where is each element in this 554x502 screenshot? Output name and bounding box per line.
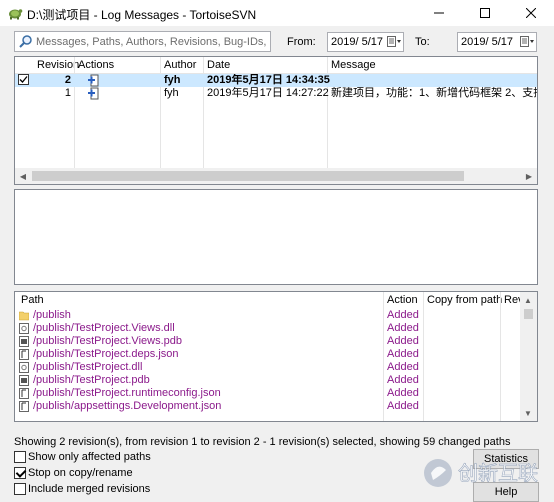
path-cell: /publish/TestProject.dll <box>33 361 143 373</box>
path-row[interactable]: /publish/appsettings.Development.json Ad… <box>15 400 521 413</box>
path-cell: /publish/TestProject.Views.dll <box>33 322 175 334</box>
calendar-icon[interactable] <box>387 36 401 48</box>
column-header-actions[interactable]: Actions <box>74 57 114 73</box>
path-cell: /publish/TestProject.Views.pdb <box>33 335 182 347</box>
pdb-file-icon <box>19 336 29 347</box>
search-input[interactable] <box>36 33 268 50</box>
path-row[interactable]: /publish/TestProject.Views.pdb Added <box>15 335 521 348</box>
scroll-left-arrow-icon[interactable]: ◀ <box>15 168 31 184</box>
action-cell: Added <box>387 400 419 412</box>
tortoisesvn-app-icon <box>9 9 23 20</box>
action-cell: Added <box>387 374 419 386</box>
column-header-date[interactable]: Date <box>203 57 230 73</box>
column-header-revision[interactable]: Revision <box>33 57 79 73</box>
log-list[interactable]: Revision Actions Author Date Message 2 f… <box>14 56 538 185</box>
revision-cell: 1 <box>64 87 71 99</box>
dll-file-icon <box>19 323 29 334</box>
column-header-action[interactable]: Action <box>383 292 418 308</box>
row-checkbox[interactable] <box>18 74 29 87</box>
path-row[interactable]: /publish Added <box>15 309 521 322</box>
added-action-icon <box>88 74 100 87</box>
path-cell: /publish <box>33 309 71 321</box>
minimize-button[interactable] <box>416 0 462 26</box>
include-merged-revisions-checkbox[interactable] <box>14 483 26 495</box>
json-file-icon <box>19 388 29 399</box>
column-header-author[interactable]: Author <box>160 57 196 73</box>
from-date-picker[interactable]: 2019/ 5/17 <box>327 32 404 52</box>
to-date-value: 2019/ 5/17 <box>461 36 513 48</box>
changed-paths-list[interactable]: Path Action Copy from path Revi /publish… <box>14 291 538 422</box>
path-cell: /publish/TestProject.pdb <box>33 374 150 386</box>
window-title: D:\测试项目 - Log Messages - TortoiseSVN <box>27 8 257 22</box>
dll-file-icon <box>19 362 29 373</box>
calendar-icon[interactable] <box>520 36 534 48</box>
path-cell: /publish/TestProject.deps.json <box>33 348 179 360</box>
action-cell: Added <box>387 348 419 360</box>
close-icon <box>526 8 536 18</box>
json-file-icon <box>19 401 29 412</box>
message-cell: 新建项目，功能：1、新增代码框架 2、支持webapi <box>331 87 537 99</box>
column-header-copy-from-path[interactable]: Copy from path <box>423 292 502 308</box>
path-row[interactable]: /publish/TestProject.pdb Added <box>15 374 521 387</box>
path-row[interactable]: /publish/TestProject.dll Added <box>15 361 521 374</box>
svg-text:创新互联: 创新互联 <box>458 461 538 485</box>
action-cell: Added <box>387 387 419 399</box>
path-row[interactable]: /publish/TestProject.Views.dll Added <box>15 322 521 335</box>
log-message-pane[interactable] <box>14 189 538 285</box>
watermark-logo: 创新互联 <box>424 459 538 487</box>
author-cell: fyh <box>164 87 179 99</box>
close-button[interactable] <box>508 0 554 26</box>
action-cell: Added <box>387 335 419 347</box>
status-text: Showing 2 revision(s), from revision 1 t… <box>14 436 511 448</box>
scroll-up-arrow-icon[interactable]: ▲ <box>520 292 536 308</box>
action-cell: Added <box>387 322 419 334</box>
horizontal-scrollbar[interactable]: ◀ ▶ <box>15 168 537 184</box>
action-cell: Added <box>387 361 419 373</box>
maximize-button[interactable] <box>462 0 508 26</box>
show-only-affected-paths-label[interactable]: Show only affected paths <box>28 451 151 463</box>
path-cell: /publish/TestProject.runtimeconfig.json <box>33 387 221 399</box>
scroll-right-arrow-icon[interactable]: ▶ <box>521 168 537 184</box>
include-merged-revisions-label[interactable]: Include merged revisions <box>28 483 150 495</box>
action-cell: Added <box>387 309 419 321</box>
stop-on-copy-rename-label[interactable]: Stop on copy/rename <box>28 467 133 479</box>
stop-on-copy-rename-checkbox[interactable] <box>14 467 26 479</box>
pdb-file-icon <box>19 375 29 386</box>
column-header-message[interactable]: Message <box>327 57 376 73</box>
from-label: From: <box>287 36 316 48</box>
maximize-icon <box>480 8 490 18</box>
folder-icon <box>19 311 29 321</box>
search-box[interactable] <box>14 31 271 52</box>
search-icon[interactable] <box>18 34 33 49</box>
checkbox-checked-icon[interactable] <box>18 74 29 85</box>
column-header-path[interactable]: Path <box>17 292 44 308</box>
to-label: To: <box>415 36 430 48</box>
scrollbar-thumb[interactable] <box>524 309 533 319</box>
path-cell: /publish/appsettings.Development.json <box>33 400 222 412</box>
log-row[interactable]: 1 fyh 2019年5月17日 14:27:22 新建项目，功能：1、新增代码… <box>15 87 537 100</box>
from-date-value: 2019/ 5/17 <box>331 36 383 48</box>
path-row[interactable]: /publish/TestProject.deps.json Added <box>15 348 521 361</box>
scrollbar-thumb[interactable] <box>32 171 464 181</box>
date-cell: 2019年5月17日 14:34:35 <box>207 74 330 86</box>
json-file-icon <box>19 349 29 360</box>
log-row[interactable]: 2 fyh 2019年5月17日 14:34:35 <box>15 74 537 87</box>
title-bar: D:\测试项目 - Log Messages - TortoiseSVN <box>0 0 554 26</box>
added-action-icon <box>88 87 100 100</box>
minimize-icon <box>434 12 444 14</box>
revision-cell: 2 <box>64 74 71 86</box>
vertical-scrollbar[interactable]: ▲ ▼ <box>520 292 537 421</box>
scroll-down-arrow-icon[interactable]: ▼ <box>520 405 536 421</box>
to-date-picker[interactable]: 2019/ 5/17 <box>457 32 537 52</box>
date-cell: 2019年5月17日 14:27:22 <box>207 87 329 99</box>
show-only-affected-paths-checkbox[interactable] <box>14 451 26 463</box>
path-row[interactable]: /publish/TestProject.runtimeconfig.json … <box>15 387 521 400</box>
author-cell: fyh <box>164 74 181 86</box>
